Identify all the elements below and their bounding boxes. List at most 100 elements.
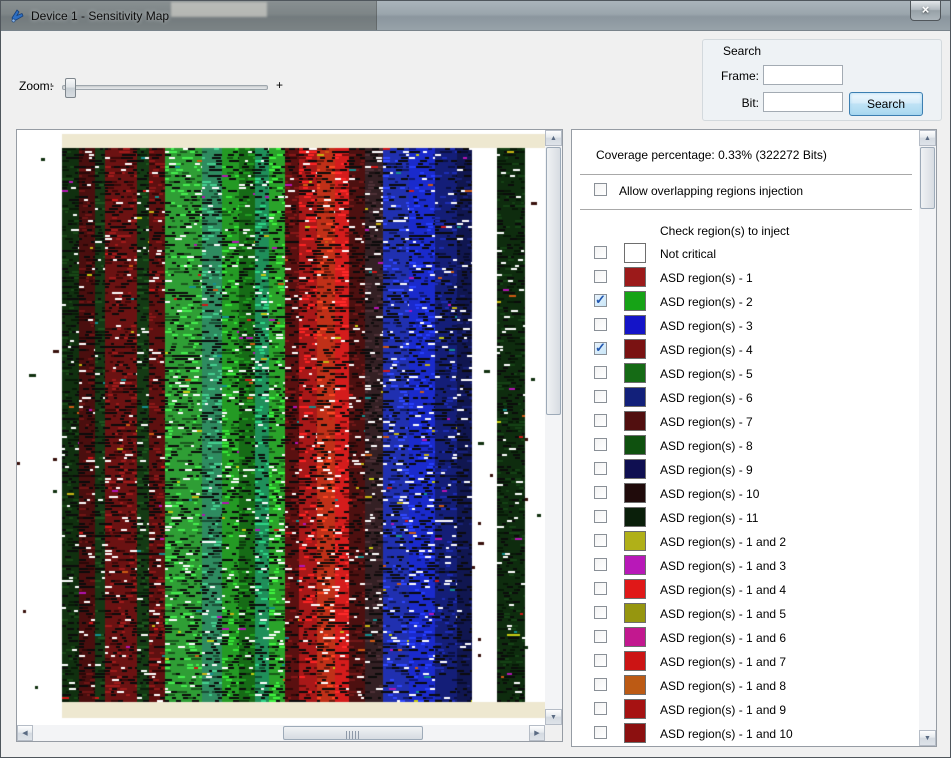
app-icon xyxy=(9,8,25,24)
region-checkbox[interactable] xyxy=(594,510,607,523)
region-row: ASD region(s) - 1 and 4 xyxy=(572,578,919,602)
region-checkbox[interactable] xyxy=(594,438,607,451)
region-row: ASD region(s) - 1 and 5 xyxy=(572,602,919,626)
scroll-left-icon[interactable]: ◀ xyxy=(17,725,33,741)
region-swatch xyxy=(624,651,646,671)
region-row: ASD region(s) - 10 xyxy=(572,482,919,506)
region-checkbox[interactable] xyxy=(594,558,607,571)
region-label: ASD region(s) - 1 and 5 xyxy=(660,607,786,621)
region-label: ASD region(s) - 1 and 2 xyxy=(660,535,786,549)
close-button[interactable]: × xyxy=(910,1,941,21)
zoom-label: Zoom: xyxy=(19,79,53,93)
scroll-up-icon[interactable]: ▲ xyxy=(545,130,562,146)
app-window: Device 1 - Sensitivity Map × Zoom: - + S… xyxy=(0,0,951,758)
region-checkbox[interactable] xyxy=(594,678,607,691)
search-group: Search Frame: Bit: Search xyxy=(702,39,942,121)
region-row: ASD region(s) - 9 xyxy=(572,458,919,482)
region-swatch xyxy=(624,291,646,311)
frame-input[interactable] xyxy=(763,65,843,85)
region-checkbox[interactable] xyxy=(594,630,607,643)
region-row: ASD region(s) - 5 xyxy=(572,362,919,386)
region-swatch xyxy=(624,459,646,479)
region-swatch xyxy=(624,339,646,359)
region-row: ASD region(s) - 1 and 9 xyxy=(572,698,919,722)
scroll-down-icon[interactable]: ▼ xyxy=(545,709,562,725)
region-swatch xyxy=(624,267,646,287)
region-row: ASD region(s) - 6 xyxy=(572,386,919,410)
region-checkbox[interactable] xyxy=(594,486,607,499)
region-label: ASD region(s) - 6 xyxy=(660,391,753,405)
check-icon: ✓ xyxy=(595,292,606,308)
check-icon: ✓ xyxy=(595,340,606,356)
sensitivity-map-area: ▲ ▼ ◀ ▶ xyxy=(16,129,563,742)
region-row: ASD region(s) - 7 xyxy=(572,410,919,434)
region-row: ASD region(s) - 1 and 6 xyxy=(572,626,919,650)
region-checkbox[interactable]: ✓ xyxy=(594,342,607,355)
region-label: Not critical xyxy=(660,247,716,261)
zoom-out-control[interactable]: - xyxy=(50,78,54,92)
region-label: ASD region(s) - 10 xyxy=(660,487,759,501)
region-checkbox[interactable] xyxy=(594,246,607,259)
background-window-ghost xyxy=(171,2,267,17)
scroll-down-icon[interactable]: ▼ xyxy=(919,730,936,746)
region-checkbox[interactable] xyxy=(594,414,607,427)
region-checkbox[interactable] xyxy=(594,462,607,475)
region-row: ASD region(s) - 11 xyxy=(572,506,919,530)
region-swatch xyxy=(624,531,646,551)
region-label: ASD region(s) - 8 xyxy=(660,439,753,453)
region-label: ASD region(s) - 1 and 10 xyxy=(660,727,793,741)
region-checkbox[interactable] xyxy=(594,366,607,379)
region-checkbox[interactable] xyxy=(594,390,607,403)
region-checkbox[interactable]: ✓ xyxy=(594,294,607,307)
region-swatch xyxy=(624,699,646,719)
panel-vertical-scrollbar[interactable]: ▲ ▼ xyxy=(919,130,936,746)
map-horizontal-scrollbar[interactable]: ◀ ▶ xyxy=(17,725,545,741)
region-row: ASD region(s) - 1 xyxy=(572,266,919,290)
region-checkbox[interactable] xyxy=(594,702,607,715)
region-swatch xyxy=(624,483,646,503)
region-row: ASD region(s) - 1 and 10 xyxy=(572,722,919,746)
region-row: ASD region(s) - 1 and 3 xyxy=(572,554,919,578)
region-checkbox[interactable] xyxy=(594,582,607,595)
title-bar[interactable]: Device 1 - Sensitivity Map × xyxy=(1,1,950,31)
zoom-in-control[interactable]: + xyxy=(276,78,283,92)
region-swatch xyxy=(624,387,646,407)
region-checkbox[interactable] xyxy=(594,318,607,331)
zoom-slider-thumb[interactable] xyxy=(65,78,76,98)
region-label: ASD region(s) - 1 and 9 xyxy=(660,703,786,717)
map-hscroll-thumb[interactable] xyxy=(283,726,423,740)
bit-label: Bit: xyxy=(707,96,759,110)
sensitivity-map-canvas[interactable] xyxy=(17,130,545,725)
region-swatch xyxy=(624,675,646,695)
region-list: Not critical ASD region(s) - 1 ✓ ASD reg… xyxy=(572,130,919,746)
region-checkbox[interactable] xyxy=(594,270,607,283)
bit-input[interactable] xyxy=(763,92,843,112)
region-row: ASD region(s) - 8 xyxy=(572,434,919,458)
region-label: ASD region(s) - 1 and 8 xyxy=(660,679,786,693)
region-swatch xyxy=(624,243,646,263)
region-swatch xyxy=(624,627,646,647)
region-swatch xyxy=(624,435,646,455)
map-vertical-scrollbar[interactable]: ▲ ▼ xyxy=(545,130,562,725)
region-label: ASD region(s) - 3 xyxy=(660,319,753,333)
search-button[interactable]: Search xyxy=(849,92,923,116)
window-title: Device 1 - Sensitivity Map xyxy=(31,9,169,23)
region-label: ASD region(s) - 1 and 7 xyxy=(660,655,786,669)
region-swatch xyxy=(624,579,646,599)
region-swatch xyxy=(624,411,646,431)
scroll-up-icon[interactable]: ▲ xyxy=(919,130,936,146)
region-checkbox[interactable] xyxy=(594,654,607,667)
map-vscroll-thumb[interactable] xyxy=(546,147,561,415)
region-checkbox[interactable] xyxy=(594,606,607,619)
region-label: ASD region(s) - 7 xyxy=(660,415,753,429)
zoom-slider-track[interactable] xyxy=(62,85,268,90)
region-checkbox[interactable] xyxy=(594,534,607,547)
region-row: ASD region(s) - 1 and 8 xyxy=(572,674,919,698)
region-checkbox[interactable] xyxy=(594,726,607,739)
region-label: ASD region(s) - 9 xyxy=(660,463,753,477)
panel-vscroll-thumb[interactable] xyxy=(920,147,935,209)
region-row: ✓ ASD region(s) - 4 xyxy=(572,338,919,362)
scroll-right-icon[interactable]: ▶ xyxy=(529,725,545,741)
region-label: ASD region(s) - 1 xyxy=(660,271,753,285)
region-row: ASD region(s) - 1 and 7 xyxy=(572,650,919,674)
